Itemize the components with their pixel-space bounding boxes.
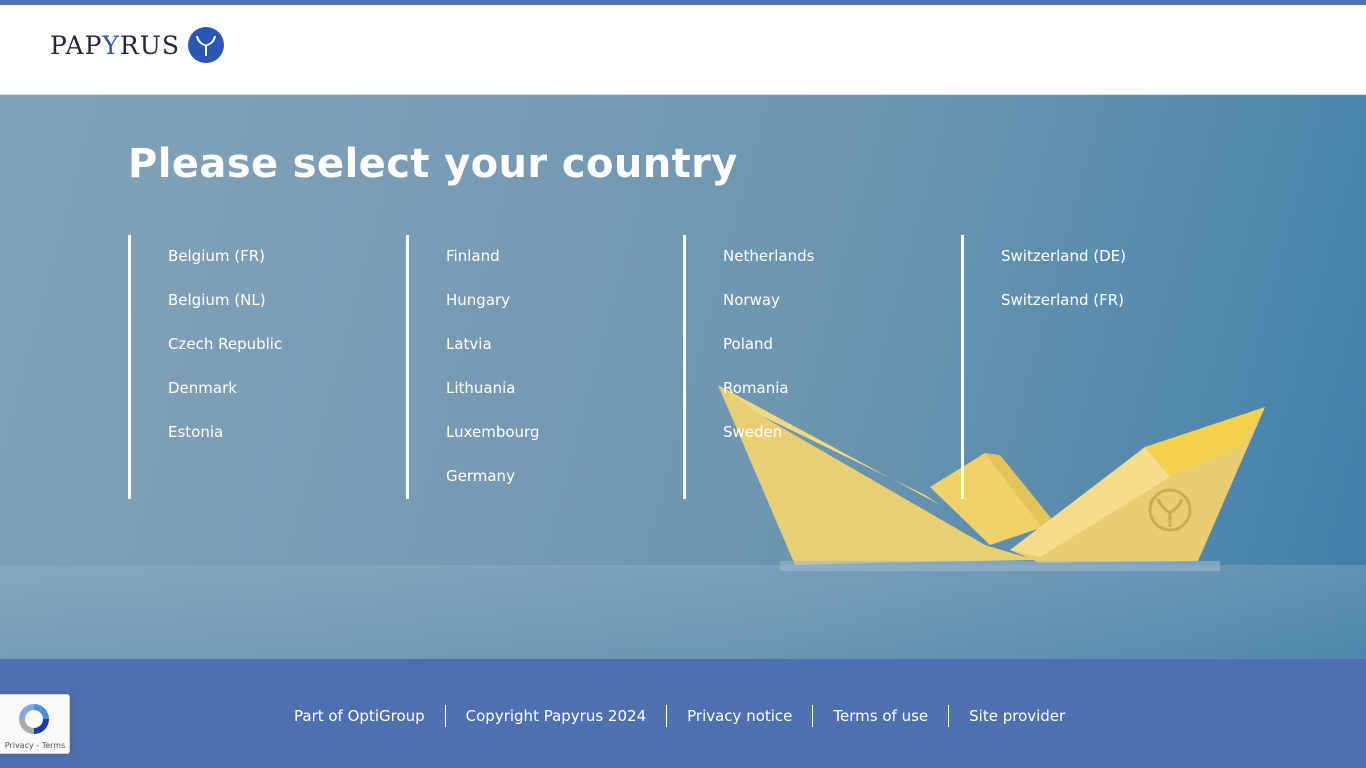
footer-links: Part of OptiGroup Copyright Papyrus 2024… xyxy=(274,705,1085,727)
country-link-estonia[interactable]: Estonia xyxy=(168,423,223,441)
country-link-poland[interactable]: Poland xyxy=(723,335,773,353)
site-header: PAPYRUS xyxy=(0,5,1366,95)
logo-wordmark: PAPYRUS xyxy=(50,30,180,60)
footer-link-site-provider[interactable]: Site provider xyxy=(948,705,1085,727)
country-link-denmark[interactable]: Denmark xyxy=(168,379,237,397)
country-link-lithuania[interactable]: Lithuania xyxy=(446,379,515,397)
country-link-latvia[interactable]: Latvia xyxy=(446,335,492,353)
footer-copyright: Copyright Papyrus 2024 xyxy=(444,705,666,727)
footer-link-part-of-optigroup[interactable]: Part of OptiGroup xyxy=(274,705,445,727)
country-link-hungary[interactable]: Hungary xyxy=(446,291,510,309)
papyrus-logo[interactable]: PAPYRUS xyxy=(50,27,224,63)
recaptcha-privacy-terms[interactable]: Privacy - Terms xyxy=(0,741,70,750)
country-link-germany[interactable]: Germany xyxy=(446,467,515,485)
country-link-sweden[interactable]: Sweden xyxy=(723,423,782,441)
country-link-belgium-nl[interactable]: Belgium (NL) xyxy=(168,291,266,309)
page-title: Please select your country xyxy=(128,141,738,187)
country-link-luxembourg[interactable]: Luxembourg xyxy=(446,423,540,441)
country-column-4: Switzerland (DE) Switzerland (FR) xyxy=(961,235,1239,499)
country-column-3: Netherlands Norway Poland Romania Sweden xyxy=(683,235,961,499)
country-link-romania[interactable]: Romania xyxy=(723,379,789,397)
country-link-netherlands[interactable]: Netherlands xyxy=(723,247,814,265)
footer-link-privacy-notice[interactable]: Privacy notice xyxy=(666,705,812,727)
country-link-switzerland-fr[interactable]: Switzerland (FR) xyxy=(1001,291,1124,309)
footer-link-terms-of-use[interactable]: Terms of use xyxy=(812,705,948,727)
country-column-2: Finland Hungary Latvia Lithuania Luxembo… xyxy=(406,235,684,499)
site-footer: Part of OptiGroup Copyright Papyrus 2024… xyxy=(0,659,1366,768)
recaptcha-badge[interactable]: Privacy - Terms xyxy=(0,694,70,754)
country-link-czech-republic[interactable]: Czech Republic xyxy=(168,335,282,353)
country-link-switzerland-de[interactable]: Switzerland (DE) xyxy=(1001,247,1126,265)
recaptcha-icon xyxy=(19,704,49,734)
country-link-finland[interactable]: Finland xyxy=(446,247,500,265)
country-selector-hero: Please select your country Belgium (FR) … xyxy=(0,95,1366,659)
country-link-belgium-fr[interactable]: Belgium (FR) xyxy=(168,247,265,265)
country-column-1: Belgium (FR) Belgium (NL) Czech Republic… xyxy=(128,235,406,499)
country-link-norway[interactable]: Norway xyxy=(723,291,780,309)
papyrus-y-logo-icon xyxy=(187,27,224,63)
